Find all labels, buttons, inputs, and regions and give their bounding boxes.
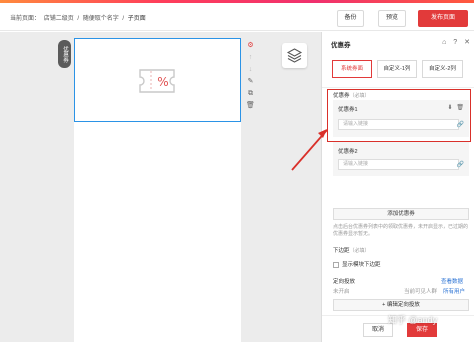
target-hint: 当前可见人群 <box>404 289 438 295</box>
svg-text:%: % <box>157 75 168 89</box>
settings-panel: 优惠券 ⌂ ? ✕ 系统券面 自定义-1列 自定义-2列 优惠券（必填） 优惠券… <box>321 32 474 342</box>
panel-title: 优惠券 <box>331 42 351 49</box>
layers-button[interactable] <box>282 43 307 68</box>
panel-actions: ⌂ ? ✕ <box>437 38 470 46</box>
breadcrumb-item-name[interactable]: 随便取个名字 <box>83 16 119 22</box>
layers-icon <box>286 48 303 63</box>
edit-icon[interactable]: ✎ <box>246 77 255 86</box>
show-spacing-option[interactable]: 显示模块下边距 <box>333 260 381 268</box>
module-name-tag: 优惠券 <box>58 40 71 68</box>
add-coupon-button[interactable]: 添加优惠券 <box>333 208 469 220</box>
breadcrumb-item-current: 子页面 <box>127 16 146 22</box>
breadcrumb-separator: / <box>122 16 125 22</box>
required-tip: （必填） <box>349 248 370 254</box>
coupon-item: 优惠券2 请输入链接 🔗 <box>333 142 469 176</box>
watermark: 知乎 @andy <box>388 315 438 325</box>
publish-button[interactable]: 发布页面 <box>418 10 468 27</box>
copy-icon[interactable]: ⧉ <box>246 89 255 98</box>
breadcrumb-item-shop[interactable]: 店铺二级页 <box>44 16 74 22</box>
spacing-title: 下边距 <box>333 248 350 254</box>
preview-button[interactable]: 预览 <box>378 10 406 27</box>
move-up-icon[interactable]: ↑ <box>246 53 255 62</box>
show-spacing-label: 显示模块下边距 <box>342 262 381 268</box>
tab-custom-1col[interactable]: 自定义-1列 <box>377 60 417 78</box>
page-header: 当前页面： 店铺二级页 / 随便取个名字 / 子页面 备份 预览 发布页面 <box>0 3 474 31</box>
coupon-placeholder-icon: % <box>138 66 176 101</box>
close-icon[interactable]: ✕ <box>464 39 470 46</box>
backup-button[interactable]: 备份 <box>337 10 364 27</box>
save-template-icon[interactable]: ⌂ <box>442 39 446 46</box>
highlight-annotation-box <box>327 89 471 142</box>
tab-custom-2col[interactable]: 自定义-2列 <box>422 60 463 78</box>
divider <box>322 87 474 88</box>
show-spacing-checkbox[interactable] <box>333 261 339 268</box>
coupon-link-input[interactable]: 请输入链接 <box>338 159 459 170</box>
breadcrumb-prefix: 当前页面： <box>10 16 41 22</box>
breadcrumb-separator: / <box>77 16 80 22</box>
move-down-icon[interactable]: ↓ <box>246 65 255 74</box>
target-section-label: 定向投放 <box>333 279 356 285</box>
view-data-link[interactable]: 查看数据 <box>441 277 463 285</box>
spacing-section-label: 下边距（必填） <box>333 246 370 254</box>
help-icon[interactable]: ? <box>453 39 457 46</box>
target-audience[interactable]: 所有用户 <box>443 287 465 295</box>
settings-icon[interactable]: ⚙ <box>246 41 255 50</box>
coupon-description: 点击后台优惠券列表中的领取优惠券，未开启显示，已过期的优惠券显示暂无。 <box>333 224 469 237</box>
breadcrumb: 当前页面： 店铺二级页 / 随便取个名字 / 子页面 <box>10 13 148 22</box>
target-status: 未开启 <box>333 289 350 295</box>
coupon-item-title: 优惠券2 <box>338 149 358 155</box>
tab-system-style[interactable]: 系统券面 <box>332 60 372 78</box>
delete-icon[interactable]: 🗑 <box>246 101 255 110</box>
edit-target-button[interactable]: + 编辑定向投放 <box>333 299 469 311</box>
link-icon[interactable]: 🔗 <box>457 161 464 168</box>
